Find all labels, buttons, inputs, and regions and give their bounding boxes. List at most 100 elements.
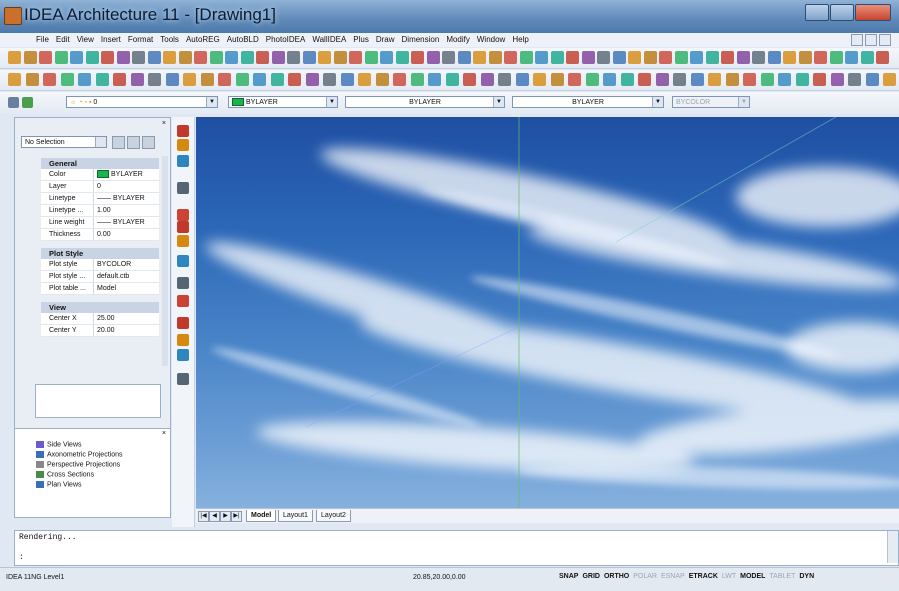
status-toggle-model[interactable]: MODEL <box>739 572 766 581</box>
toolbar1-tool-icon-38[interactable] <box>582 51 595 64</box>
property-row[interactable]: Center X 25.00 <box>41 313 159 325</box>
prev-tab-icon[interactable]: ◀ <box>209 511 220 522</box>
toolbar2-tool-icon-25[interactable] <box>428 73 441 86</box>
toolbar2-tool-icon-50[interactable] <box>866 73 879 86</box>
make-current-icon[interactable] <box>22 97 33 108</box>
toolbar1-tool-icon-31[interactable] <box>473 51 486 64</box>
toolbar2-tool-icon-46[interactable] <box>796 73 809 86</box>
toolbar2-tool-icon-17[interactable] <box>288 73 301 86</box>
toolbar1-tool-icon-16[interactable] <box>241 51 254 64</box>
tab-layout1[interactable]: Layout1 <box>278 510 313 522</box>
views-item-axonometric-projections[interactable]: Axonometric Projections <box>36 451 122 458</box>
toolbar1-tool-icon-9[interactable] <box>132 51 145 64</box>
property-value[interactable]: 0 <box>94 181 159 192</box>
menu-item-modify[interactable]: Modify <box>446 35 470 44</box>
toolbar1-tool-icon-22[interactable] <box>334 51 347 64</box>
toolbar1-tool-icon-34[interactable] <box>520 51 533 64</box>
tool-strip-icon-2[interactable] <box>177 139 189 151</box>
toolbar2-tool-icon-48[interactable] <box>831 73 844 86</box>
toolbar1-tool-icon-53[interactable] <box>814 51 827 64</box>
maximize-button[interactable] <box>830 4 854 21</box>
toolbar2-tool-icon-16[interactable] <box>271 73 284 86</box>
toolbar2-tool-icon-31[interactable] <box>533 73 546 86</box>
toolbar2-tool-icon-23[interactable] <box>393 73 406 86</box>
toolbar1-tool-icon-46[interactable] <box>706 51 719 64</box>
toolbar2-tool-icon-4[interactable] <box>61 73 74 86</box>
select-objects-icon[interactable] <box>127 136 140 149</box>
panel-scrollbar[interactable] <box>162 156 168 366</box>
toggle-pickadd-icon[interactable] <box>112 136 125 149</box>
status-toggle-tablet[interactable]: TABLET <box>768 572 796 581</box>
toolbar1-tool-icon-41[interactable] <box>628 51 641 64</box>
toolbar1-tool-icon-10[interactable] <box>148 51 161 64</box>
toolbar1-tool-icon-11[interactable] <box>163 51 176 64</box>
toolbar2-tool-icon-45[interactable] <box>778 73 791 86</box>
panel-close-icon[interactable]: × <box>162 430 166 437</box>
toolbar1-tool-icon-14[interactable] <box>210 51 223 64</box>
toolbar2-tool-icon-1[interactable] <box>8 73 21 86</box>
menu-item-view[interactable]: View <box>77 35 94 44</box>
toolbar1-tool-icon-28[interactable] <box>427 51 440 64</box>
lineweight-combo[interactable]: BYLAYER ▼ <box>512 96 664 108</box>
tool-strip-icon-13[interactable] <box>177 349 189 361</box>
tool-strip-icon-7[interactable] <box>177 235 189 247</box>
status-toggle-polar[interactable]: POLAR <box>632 572 658 581</box>
toolbar1-tool-icon-56[interactable] <box>861 51 874 64</box>
toolbar2-tool-icon-9[interactable] <box>148 73 161 86</box>
menu-item-file[interactable]: File <box>36 35 49 44</box>
toolbar2-tool-icon-20[interactable] <box>341 73 354 86</box>
toolbar2-tool-icon-43[interactable] <box>743 73 756 86</box>
first-tab-icon[interactable]: |◀ <box>198 511 209 522</box>
toolbar2-tool-icon-27[interactable] <box>463 73 476 86</box>
command-window[interactable]: Rendering... : <box>14 530 899 566</box>
toolbar2-tool-icon-33[interactable] <box>568 73 581 86</box>
menu-item-edit[interactable]: Edit <box>56 35 70 44</box>
toolbar1-tool-icon-35[interactable] <box>535 51 548 64</box>
close-button[interactable] <box>855 4 891 21</box>
toolbar2-tool-icon-49[interactable] <box>848 73 861 86</box>
toolbar1-tool-icon-55[interactable] <box>845 51 858 64</box>
property-row[interactable]: Plot style ... default.ctb <box>41 271 159 283</box>
section-header[interactable]: General <box>41 158 159 169</box>
toolbar1-tool-icon-15[interactable] <box>225 51 238 64</box>
toolbar2-tool-icon-30[interactable] <box>516 73 529 86</box>
menu-item-dimension[interactable]: Dimension <box>402 35 440 44</box>
toolbar1-tool-icon-20[interactable] <box>303 51 316 64</box>
views-item-perspective-projections[interactable]: Perspective Projections <box>36 461 120 468</box>
property-row[interactable]: Linetype —— BYLAYER <box>41 193 159 205</box>
toolbar1-tool-icon-23[interactable] <box>349 51 362 64</box>
property-value[interactable]: BYLAYER <box>94 169 159 180</box>
menu-item-autoreg[interactable]: AutoREG <box>186 35 220 44</box>
toolbar2-tool-icon-13[interactable] <box>218 73 231 86</box>
section-header[interactable]: Plot Style <box>41 248 159 259</box>
toolbar1-tool-icon-12[interactable] <box>179 51 192 64</box>
tool-strip-icon-9[interactable] <box>177 277 189 289</box>
toolbar1-tool-icon-33[interactable] <box>504 51 517 64</box>
toolbar1-tool-icon-44[interactable] <box>675 51 688 64</box>
command-scrollbar[interactable] <box>887 531 898 563</box>
property-row[interactable]: Line weight —— BYLAYER <box>41 217 159 229</box>
tool-strip-icon-14[interactable] <box>177 373 189 385</box>
toolbar2-tool-icon-36[interactable] <box>621 73 634 86</box>
toolbar1-tool-icon-4[interactable] <box>55 51 68 64</box>
toolbar1-tool-icon-27[interactable] <box>411 51 424 64</box>
views-item-side-views[interactable]: Side Views <box>36 441 82 448</box>
menu-item-plus[interactable]: Plus <box>353 35 369 44</box>
minimize-button[interactable] <box>805 4 829 21</box>
toolbar1-tool-icon-51[interactable] <box>783 51 796 64</box>
doc-restore-button[interactable] <box>865 34 877 46</box>
property-value[interactable]: 20.00 <box>94 325 159 336</box>
toolbar2-tool-icon-26[interactable] <box>446 73 459 86</box>
property-row[interactable]: Thickness 0.00 <box>41 229 159 241</box>
menu-item-insert[interactable]: Insert <box>101 35 121 44</box>
toolbar1-tool-icon-39[interactable] <box>597 51 610 64</box>
menu-item-help[interactable]: Help <box>512 35 528 44</box>
section-header[interactable]: View <box>41 302 159 313</box>
command-prompt[interactable]: : <box>19 553 24 562</box>
toolbar2-tool-icon-15[interactable] <box>253 73 266 86</box>
toolbar2-tool-icon-22[interactable] <box>376 73 389 86</box>
toolbar1-tool-icon-42[interactable] <box>644 51 657 64</box>
property-value[interactable]: Model <box>94 283 159 294</box>
toolbar2-tool-icon-3[interactable] <box>43 73 56 86</box>
toolbar2-tool-icon-35[interactable] <box>603 73 616 86</box>
